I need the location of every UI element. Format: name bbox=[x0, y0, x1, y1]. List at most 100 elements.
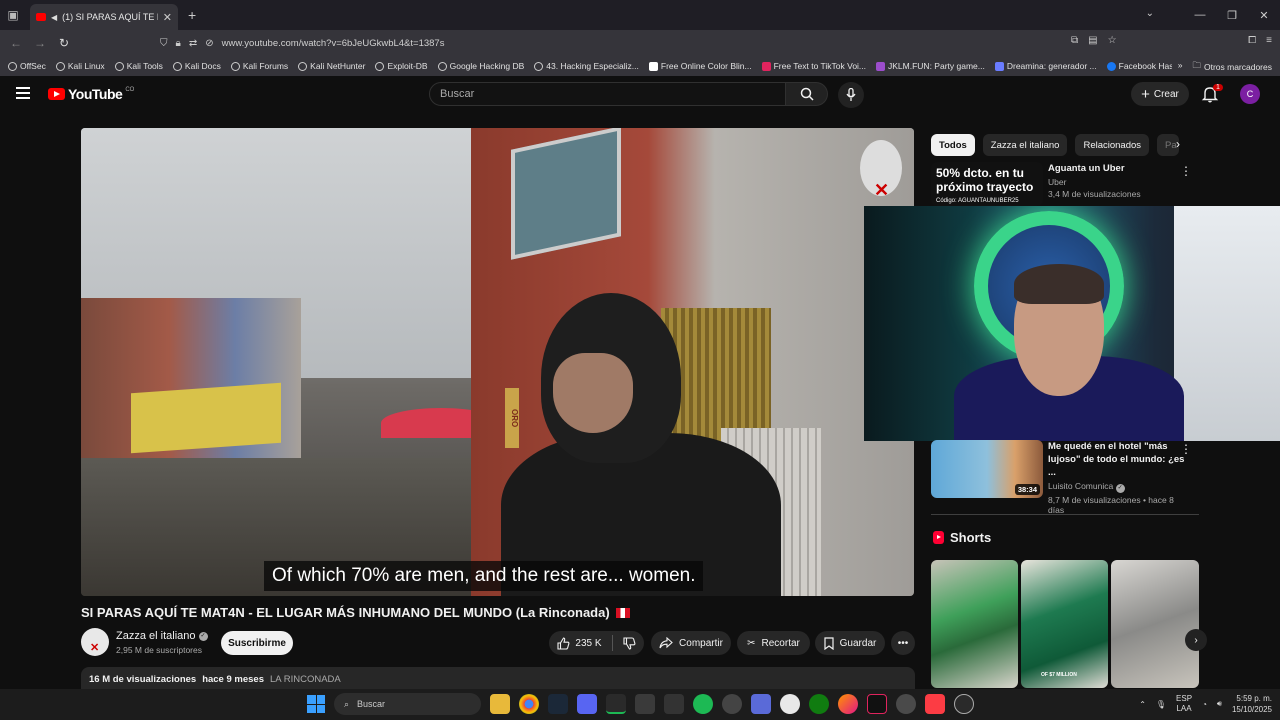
clip-button[interactable]: ✂ Recortar bbox=[737, 631, 810, 655]
close-tab-icon[interactable]: ✕ bbox=[163, 11, 172, 24]
shield-icon[interactable]: ⛉ bbox=[160, 38, 168, 49]
discord-icon[interactable] bbox=[577, 694, 597, 714]
windows-start-icon[interactable] bbox=[307, 695, 325, 713]
taskbar-search[interactable]: ⌕ Buscar bbox=[334, 693, 481, 715]
hamburger-menu-icon[interactable] bbox=[16, 87, 30, 99]
shorts-next-icon[interactable]: › bbox=[1185, 629, 1207, 651]
extensions-icon[interactable]: ⧠ bbox=[1248, 35, 1256, 46]
thumbs-down-icon[interactable] bbox=[623, 636, 636, 650]
4k-downloader-icon[interactable] bbox=[722, 694, 742, 714]
channel-watermark-icon[interactable] bbox=[860, 140, 902, 201]
short-thumbnail[interactable] bbox=[931, 560, 1018, 688]
tab-dropdown-icon[interactable]: ⌄ bbox=[1146, 8, 1154, 19]
other-bookmarks[interactable]: 🗀 Otros marcadores bbox=[1192, 60, 1272, 74]
chip-channel[interactable]: Zazza el italiano bbox=[982, 134, 1068, 156]
steam-icon[interactable] bbox=[548, 694, 568, 714]
video-player[interactable]: ORO bbox=[81, 128, 914, 596]
obs-icon[interactable] bbox=[896, 694, 916, 714]
new-tab-icon[interactable]: + bbox=[188, 7, 196, 23]
wifi-icon[interactable]: ◔ bbox=[1202, 700, 1207, 709]
recommendation-channel[interactable]: Luisito Comunica ✓ bbox=[1048, 481, 1186, 493]
minimize-icon[interactable]: — bbox=[1184, 9, 1216, 21]
like-button[interactable]: 235 K bbox=[557, 636, 602, 650]
recommendation-thumbnail[interactable]: 50% dcto. en tu próximo trayecto Código:… bbox=[931, 162, 1043, 206]
bookmark-item[interactable]: 43. Hacking Especializ... bbox=[534, 61, 639, 71]
more-vertical-icon[interactable]: ⋮ bbox=[1180, 164, 1192, 178]
camera-blocked-icon[interactable]: ⊘ bbox=[205, 38, 213, 49]
permissions-icon[interactable]: ⇄ bbox=[189, 38, 197, 49]
bookmark-item[interactable]: Kali Docs bbox=[172, 61, 221, 71]
recommendation-channel[interactable]: Uber bbox=[1048, 177, 1186, 187]
volume-icon[interactable]: 🔊︎ bbox=[1217, 699, 1222, 709]
tab-list-icon[interactable]: ▣ bbox=[0, 0, 26, 30]
bookmark-item[interactable]: Kali Linux bbox=[55, 61, 105, 71]
bookmark-item[interactable]: Free Online Color Blin... bbox=[648, 61, 752, 71]
epic-games-icon[interactable] bbox=[664, 694, 684, 714]
terminal-icon[interactable] bbox=[606, 694, 626, 714]
xbox-icon[interactable] bbox=[809, 694, 829, 714]
hashtag-link[interactable]: LA RINCONADA bbox=[270, 674, 341, 685]
tiktok-icon[interactable] bbox=[867, 694, 887, 714]
bookmark-item[interactable]: Kali Tools bbox=[114, 61, 163, 71]
save-button[interactable]: Guardar bbox=[815, 631, 885, 655]
create-button[interactable]: + Crear bbox=[1131, 82, 1189, 106]
bookmark-item[interactable]: Exploit-DB bbox=[375, 61, 428, 71]
clock[interactable]: 5:59 p. m. 15/10/2025 bbox=[1232, 693, 1272, 715]
reader-icon[interactable]: ▤ bbox=[1088, 35, 1097, 46]
music-icon[interactable] bbox=[925, 694, 945, 714]
chips-next-icon[interactable]: › bbox=[1176, 137, 1180, 151]
bookmark-star-icon[interactable]: ☆ bbox=[1108, 35, 1117, 46]
voice-search-button[interactable] bbox=[838, 82, 864, 108]
maximize-icon[interactable]: ❐ bbox=[1216, 9, 1248, 22]
url-text[interactable]: www.youtube.com/watch?v=6bJeUGkwbL4&t=13… bbox=[222, 38, 445, 49]
firefox-icon[interactable] bbox=[838, 694, 858, 714]
spotify-icon[interactable] bbox=[693, 694, 713, 714]
bookmark-item[interactable]: Dreamina: generador ... bbox=[994, 61, 1097, 71]
webcam-app-icon[interactable] bbox=[751, 694, 771, 714]
browser-tab-active[interactable]: ◀ (1) SI PARAS AQUÍ TE MAT4 ✕ bbox=[30, 4, 178, 30]
menu-icon[interactable]: ≡ bbox=[1266, 35, 1272, 46]
recommendation-title[interactable]: Me quedé en el hotel "más lujoso" de tod… bbox=[1048, 440, 1186, 479]
youtube-logo[interactable]: YouTube CO bbox=[48, 86, 134, 102]
account-avatar[interactable]: C bbox=[1240, 84, 1260, 104]
window-close-icon[interactable]: ✕ bbox=[1248, 9, 1280, 22]
search-button[interactable] bbox=[786, 82, 828, 106]
bookmark-item[interactable]: Google Hacking DB bbox=[437, 61, 524, 71]
chip-all[interactable]: Todos bbox=[931, 134, 975, 156]
more-actions-button[interactable]: ••• bbox=[891, 631, 915, 655]
recommendation-thumbnail[interactable]: 38:34 bbox=[931, 440, 1043, 498]
subscribe-button[interactable]: Suscribirme bbox=[221, 631, 293, 655]
recommendation-title[interactable]: Aguanta un Uber bbox=[1048, 162, 1186, 175]
channel-name-row[interactable]: Zazza el italiano ✓ bbox=[116, 630, 208, 642]
chip-related[interactable]: Relacionados bbox=[1075, 134, 1150, 156]
google-icon[interactable] bbox=[780, 694, 800, 714]
share-button[interactable]: Compartir bbox=[651, 631, 731, 655]
more-vertical-icon[interactable]: ⋮ bbox=[1180, 442, 1192, 456]
search-input[interactable]: Buscar bbox=[429, 82, 786, 106]
file-explorer-icon[interactable] bbox=[490, 694, 510, 714]
language-indicator[interactable]: ESP LAA bbox=[1176, 694, 1192, 714]
address-bar[interactable]: ⛉ 🔒︎ ⇄ ⊘ www.youtube.com/watch?v=6bJeUGk… bbox=[160, 38, 444, 49]
browser-active-icon[interactable] bbox=[954, 694, 974, 714]
reload-icon[interactable]: ↻ bbox=[52, 36, 76, 50]
channel-avatar[interactable] bbox=[81, 628, 109, 656]
lock-icon[interactable]: 🔒︎ bbox=[176, 38, 181, 49]
capcut-icon[interactable] bbox=[635, 694, 655, 714]
short-thumbnail[interactable]: OF $7 MILLION bbox=[1021, 560, 1108, 688]
recommendation-item[interactable]: 38:34 Me quedé en el hotel "más lujoso" … bbox=[931, 440, 1200, 515]
bookmark-item[interactable]: Kali Forums bbox=[230, 61, 288, 71]
bookmark-item[interactable]: Free Text to TikTok Voi... bbox=[761, 61, 866, 71]
bookmark-item[interactable]: Kali NetHunter bbox=[298, 61, 365, 71]
description-box[interactable]: 16 M de visualizaciones hace 9 meses LA … bbox=[81, 667, 915, 689]
more-bookmarks-icon[interactable]: » bbox=[1178, 60, 1183, 74]
tray-overflow-icon[interactable]: ⌃ bbox=[1139, 700, 1146, 709]
bookmark-item[interactable]: OffSec bbox=[8, 61, 46, 71]
short-thumbnail[interactable] bbox=[1111, 560, 1199, 688]
forward-icon[interactable]: → bbox=[28, 36, 52, 50]
channel-name[interactable]: Zazza el italiano bbox=[116, 630, 196, 642]
chrome-icon[interactable] bbox=[519, 694, 539, 714]
recommendation-item[interactable]: 50% dcto. en tu próximo trayecto Código:… bbox=[931, 162, 1200, 206]
microphone-tray-icon[interactable]: 🎙︎ bbox=[1156, 700, 1166, 709]
audio-playing-icon[interactable]: ◀ bbox=[51, 13, 57, 22]
pip-icon[interactable]: ⧉ bbox=[1071, 35, 1078, 46]
